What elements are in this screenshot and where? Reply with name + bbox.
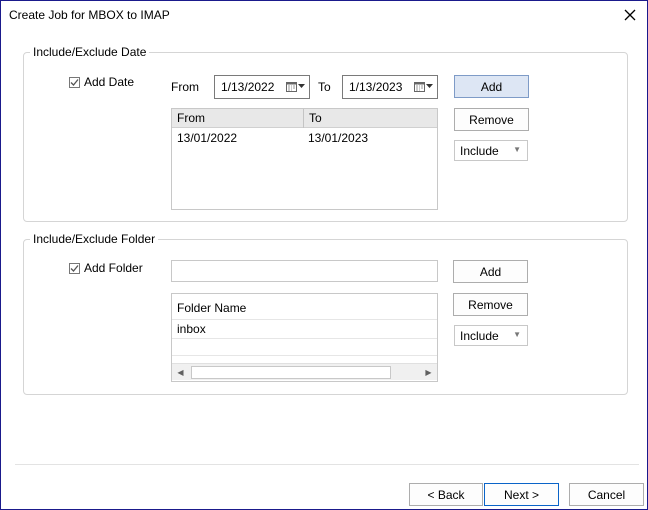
add-date-button[interactable]: Add bbox=[454, 75, 529, 98]
grid-header: From To bbox=[172, 109, 437, 128]
close-icon bbox=[624, 9, 636, 21]
column-header-folder-name[interactable]: Folder Name bbox=[172, 301, 437, 315]
chevron-down-icon bbox=[298, 84, 305, 88]
column-header-to[interactable]: To bbox=[304, 109, 437, 128]
date-mode-value: Include bbox=[460, 143, 499, 158]
add-date-label: Add Date bbox=[84, 75, 135, 89]
footer-divider bbox=[15, 464, 639, 465]
cancel-button[interactable]: Cancel bbox=[569, 483, 644, 506]
to-label: To bbox=[318, 80, 331, 94]
remove-folder-button[interactable]: Remove bbox=[453, 293, 528, 316]
add-folder-checkbox[interactable]: Add Folder bbox=[69, 261, 143, 275]
divider bbox=[172, 355, 437, 356]
folder-grid[interactable]: Folder Name inbox ◀ ▶ bbox=[171, 293, 438, 382]
dialog-window: Create Job for MBOX to IMAP Include/Excl… bbox=[0, 0, 648, 510]
close-button[interactable] bbox=[617, 3, 643, 27]
table-row[interactable]: 13/01/2022 13/01/2023 bbox=[172, 131, 433, 145]
cell-to: 13/01/2023 bbox=[308, 131, 369, 145]
chevron-down-icon: ▼ bbox=[513, 330, 521, 339]
table-row[interactable]: inbox bbox=[172, 322, 432, 336]
calendar-icon bbox=[286, 82, 297, 92]
checkbox-box bbox=[69, 76, 80, 88]
divider bbox=[172, 319, 437, 320]
check-icon bbox=[70, 78, 79, 86]
cell-from: 13/01/2022 bbox=[177, 131, 238, 145]
scroll-right-icon[interactable]: ▶ bbox=[420, 364, 437, 381]
window-title: Create Job for MBOX to IMAP bbox=[9, 8, 170, 22]
grid-header-row: Folder Name bbox=[172, 301, 437, 315]
from-date-value: 1/13/2022 bbox=[221, 80, 275, 94]
add-date-checkbox[interactable]: Add Date bbox=[69, 75, 134, 89]
cell-folder-name: inbox bbox=[177, 322, 206, 336]
from-date-dropdown[interactable] bbox=[286, 81, 305, 92]
folder-mode-value: Include bbox=[460, 328, 499, 343]
from-label: From bbox=[171, 80, 199, 94]
date-range-grid[interactable]: From To 13/01/2022 13/01/2023 bbox=[171, 108, 438, 210]
to-date-picker[interactable]: 1/13/2023 bbox=[342, 75, 438, 99]
date-group-legend: Include/Exclude Date bbox=[30, 45, 150, 59]
check-icon bbox=[70, 264, 79, 272]
divider bbox=[172, 338, 437, 339]
add-folder-label: Add Folder bbox=[84, 261, 143, 275]
remove-date-button[interactable]: Remove bbox=[454, 108, 529, 131]
calendar-icon bbox=[414, 82, 425, 92]
checkbox-box bbox=[69, 262, 80, 274]
scrollbar-thumb[interactable] bbox=[191, 366, 391, 379]
add-folder-button[interactable]: Add bbox=[453, 260, 528, 283]
horizontal-scrollbar[interactable]: ◀ ▶ bbox=[172, 363, 437, 380]
to-date-dropdown[interactable] bbox=[414, 81, 433, 92]
date-mode-select[interactable]: Include ▼ bbox=[454, 140, 528, 161]
chevron-down-icon: ▼ bbox=[513, 145, 521, 154]
folder-group-legend: Include/Exclude Folder bbox=[30, 232, 159, 246]
folder-name-input[interactable] bbox=[171, 260, 438, 282]
folder-mode-select[interactable]: Include ▼ bbox=[454, 325, 528, 346]
next-button[interactable]: Next > bbox=[484, 483, 559, 506]
scroll-left-icon[interactable]: ◀ bbox=[172, 364, 189, 381]
back-button[interactable]: < Back bbox=[409, 483, 483, 506]
chevron-down-icon bbox=[426, 84, 433, 88]
to-date-value: 1/13/2023 bbox=[349, 80, 403, 94]
title-bar: Create Job for MBOX to IMAP bbox=[1, 1, 647, 31]
column-header-from[interactable]: From bbox=[172, 109, 304, 128]
from-date-picker[interactable]: 1/13/2022 bbox=[214, 75, 310, 99]
